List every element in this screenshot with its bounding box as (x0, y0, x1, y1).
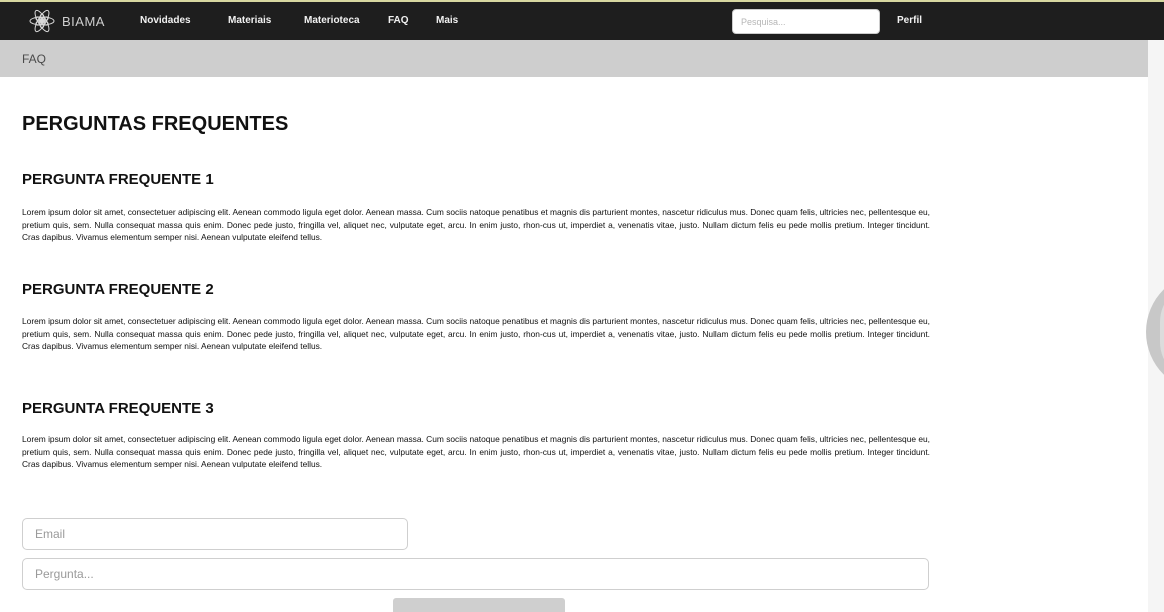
email-field[interactable] (22, 518, 408, 550)
faq-answer-2: Lorem ipsum dolor sit amet, consectetuer… (22, 316, 930, 351)
question-field[interactable] (22, 558, 929, 590)
breadcrumb-current: FAQ (22, 52, 47, 66)
top-navbar: BIAMA Novidades Materiais Materioteca FA… (0, 0, 1164, 40)
brand-logo[interactable]: BIAMA (24, 5, 105, 37)
page-title: PERGUNTAS FREQUENTES (22, 113, 289, 135)
nav-item-faq[interactable]: FAQ (388, 15, 409, 26)
faq-answer-3: Lorem ipsum dolor sit amet, consectetuer… (22, 434, 930, 469)
nav-item-novidades[interactable]: Novidades (140, 15, 191, 26)
atom-flower-logo-icon (29, 9, 55, 33)
search-input[interactable] (732, 9, 880, 34)
nav-item-mais[interactable]: Mais (436, 15, 458, 26)
brand-name: BIAMA (62, 13, 105, 29)
nav-item-materiais[interactable]: Materiais (228, 15, 271, 26)
faq-question-1: PERGUNTA FREQUENTE 1 (22, 171, 214, 188)
breadcrumb: FAQ (0, 40, 1148, 77)
floating-scroll-handle-inner (1160, 282, 1164, 382)
faq-answer-1: Lorem ipsum dolor sit amet, consectetuer… (22, 207, 930, 242)
faq-question-3: PERGUNTA FREQUENTE 3 (22, 400, 214, 417)
submit-button[interactable]: Enviar (393, 598, 565, 612)
nav-item-perfil[interactable]: Perfil (897, 15, 922, 26)
faq-question-2: PERGUNTA FREQUENTE 2 (22, 281, 214, 298)
nav-item-materioteca[interactable]: Materioteca (304, 15, 360, 26)
